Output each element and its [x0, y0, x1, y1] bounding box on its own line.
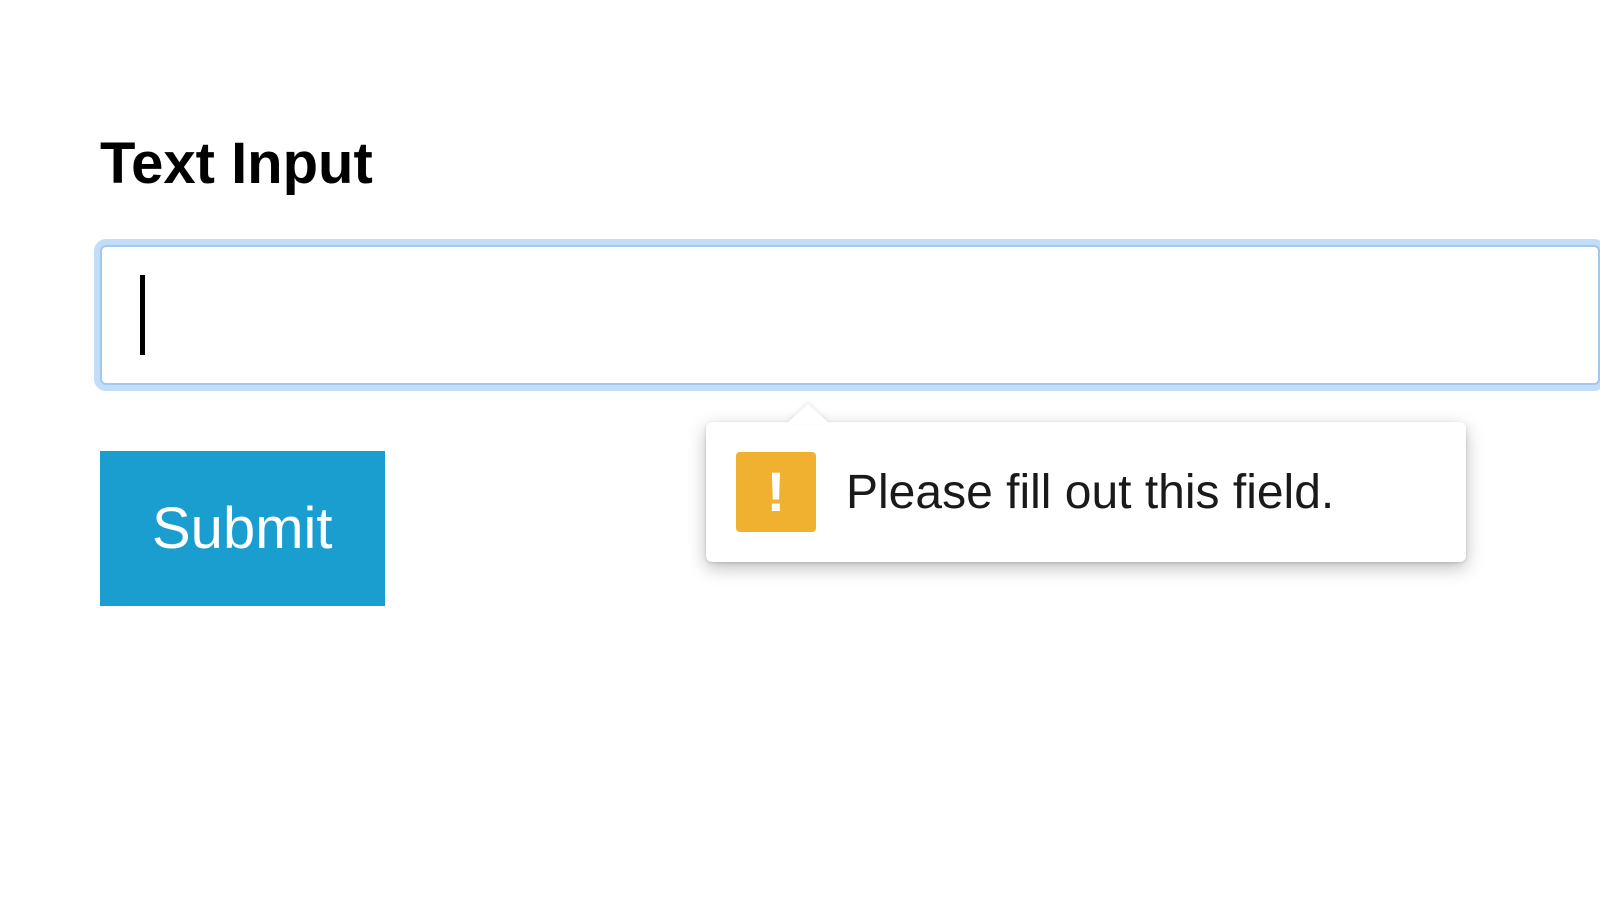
exclamation-icon: !: [767, 464, 786, 520]
validation-tooltip: ! Please fill out this field.: [706, 422, 1466, 562]
field-label: Text Input: [100, 130, 1600, 197]
warning-icon: !: [736, 452, 816, 532]
submit-button[interactable]: Submit: [100, 451, 385, 606]
validation-message: Please fill out this field.: [846, 465, 1334, 520]
text-input[interactable]: [100, 245, 1600, 385]
text-caret: [140, 275, 145, 355]
input-wrapper: [100, 245, 1600, 385]
